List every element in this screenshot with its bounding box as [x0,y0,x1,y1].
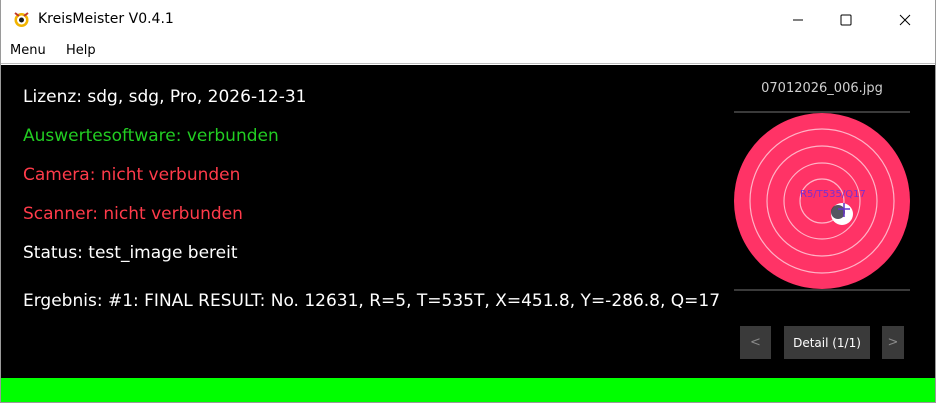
scanner-status: Scanner: nicht verbunden [23,204,243,224]
detail-button[interactable]: Detail (1/1) [784,326,870,359]
result-text: Ergebnis: #1: FINAL RESULT: No. 12631, R… [23,291,721,311]
window-title: KreisMeister V0.4.1 [38,11,174,27]
kreismeister-logo-icon [14,12,29,27]
target-preview-image: R5/T535/Q17 [734,113,910,289]
menu-help[interactable]: Help [66,43,96,58]
minimize-icon [793,19,803,21]
status-text: Status: test_image bereit [23,243,238,263]
previous-image-button[interactable]: < [740,326,771,359]
hit-overlay-label: R5/T535/Q17 [800,189,866,200]
target-disc [734,113,910,289]
close-icon [899,14,911,26]
menu-bar: Menu Help [0,40,936,64]
camera-status: Camera: nicht verbunden [23,165,241,185]
status-bar [1,378,935,402]
maximize-icon [840,14,852,26]
menu-menu[interactable]: Menu [10,43,46,58]
evaluation-software-status: Auswertesoftware: verbunden [23,126,279,146]
main-panel: Lizenz: sdg, sdg, Pro, 2026-12-31 Auswer… [1,65,935,378]
preview-divider-bottom [734,289,910,291]
license-text: Lizenz: sdg, sdg, Pro, 2026-12-31 [23,87,307,107]
preview-filename: 07012026_006.jpg [761,81,883,96]
close-button[interactable] [882,0,928,40]
minimize-button[interactable] [775,0,821,40]
title-bar: KreisMeister V0.4.1 [0,0,936,40]
bullet-hole-shadow [831,205,845,219]
next-image-button[interactable]: > [882,326,904,359]
maximize-button[interactable] [823,0,869,40]
